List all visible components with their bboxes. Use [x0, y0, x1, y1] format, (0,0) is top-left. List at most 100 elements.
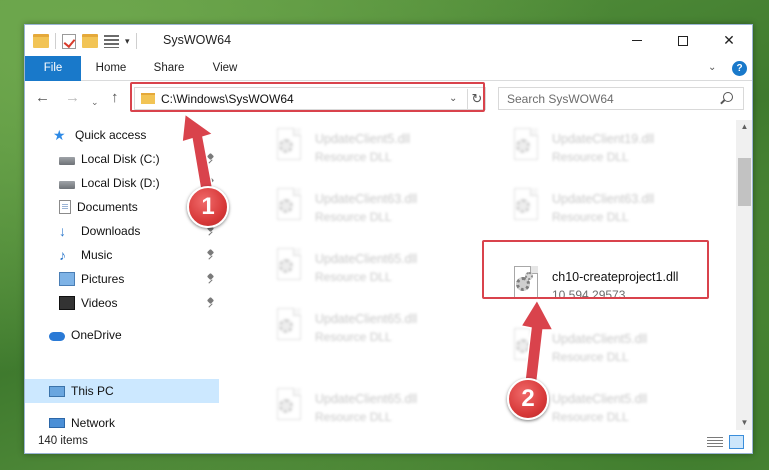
- download-icon: ↓: [59, 223, 66, 239]
- videos-icon: [59, 296, 75, 310]
- dll-file-icon: [273, 186, 305, 226]
- dll-file-icon: [273, 126, 305, 166]
- properties-icon[interactable]: [62, 33, 76, 49]
- file-name: UpdateClient5.dll: [552, 332, 648, 346]
- scroll-up-icon[interactable]: ▲: [736, 120, 752, 134]
- details-view-icon[interactable]: [707, 437, 723, 448]
- file-name: UpdateClient63.dll: [315, 192, 418, 206]
- music-icon: ♪: [59, 247, 66, 263]
- file-tile[interactable]: UpdateClient63.dll Resource DLL: [273, 186, 509, 230]
- sidebar-item-label: Local Disk (D:): [81, 176, 160, 190]
- sidebar-item-label: Videos: [81, 296, 118, 310]
- sidebar-item-local-disk-d[interactable]: Local Disk (D:): [59, 172, 160, 194]
- sidebar-item-quick-access[interactable]: ★ Quick access: [53, 124, 146, 146]
- dll-file-icon: [273, 306, 305, 346]
- folder-icon: [33, 34, 49, 48]
- sidebar-item-this-pc[interactable]: This PC: [49, 380, 114, 402]
- up-button[interactable]: ↑: [111, 90, 119, 106]
- dll-file-icon: [510, 326, 542, 366]
- customize-toolbar-dropdown[interactable]: ▾: [125, 36, 130, 47]
- sidebar-item-label: Pictures: [81, 272, 125, 286]
- documents-icon: [59, 200, 71, 214]
- ribbon-tabs: File Home Share View ⌄ ?: [25, 56, 752, 81]
- sidebar-item-label: Downloads: [81, 224, 141, 238]
- minimize-icon: [632, 40, 642, 41]
- file-description: Resource DLL: [315, 410, 392, 424]
- expand-ribbon-chevron-icon[interactable]: ⌄: [708, 62, 716, 73]
- search-icon[interactable]: [723, 92, 733, 102]
- file-tile[interactable]: UpdateClient65.dll Resource DLL: [273, 386, 509, 430]
- scrollbar-thumb[interactable]: [738, 158, 751, 206]
- sidebar-item-label: This PC: [71, 384, 114, 398]
- disk-icon: [59, 156, 75, 165]
- close-icon: ✕: [723, 32, 735, 48]
- dll-file-icon: [273, 246, 305, 286]
- pc-icon: [49, 385, 65, 397]
- file-description: Resource DLL: [315, 150, 392, 164]
- sidebar-item-label: Quick access: [75, 128, 147, 142]
- address-bar-highlight: [130, 82, 485, 112]
- search-box[interactable]: Search SysWOW64: [498, 87, 744, 110]
- help-icon[interactable]: ?: [732, 61, 747, 76]
- file-tile[interactable]: UpdateClient5.dll Resource DLL: [273, 126, 509, 170]
- customize-icon[interactable]: [104, 34, 119, 48]
- item-count: 140 items: [38, 435, 88, 447]
- file-name: UpdateClient19.dll: [552, 132, 655, 146]
- step-2-badge: 2: [507, 378, 549, 420]
- sidebar-item-onedrive[interactable]: OneDrive: [49, 324, 122, 346]
- status-bar: 140 items: [25, 430, 752, 453]
- search-input[interactable]: Search SysWOW64: [507, 92, 614, 106]
- maximize-icon: [678, 35, 688, 46]
- file-description: Resource DLL: [315, 210, 392, 224]
- file-tile[interactable]: UpdateClient65.dll Resource DLL: [273, 306, 509, 350]
- onedrive-icon: [49, 331, 65, 341]
- network-icon: [49, 418, 65, 428]
- sidebar-item-music[interactable]: ♪ Music: [59, 244, 112, 266]
- large-icons-view-icon[interactable]: [729, 435, 744, 449]
- minimize-button[interactable]: [614, 25, 660, 56]
- dll-file-icon: [510, 186, 542, 226]
- pictures-icon: [59, 272, 75, 286]
- tab-file[interactable]: File: [25, 56, 81, 81]
- file-name: UpdateClient65.dll: [315, 252, 418, 266]
- recent-locations-dropdown[interactable]: ⌄: [91, 94, 99, 110]
- quick-access-toolbar: ▾: [33, 32, 137, 50]
- tab-home[interactable]: Home: [87, 56, 135, 81]
- file-tile[interactable]: UpdateClient65.dll Resource DLL: [273, 246, 509, 290]
- sidebar-item-label: Local Disk (C:): [81, 152, 160, 166]
- back-button[interactable]: ←: [35, 90, 50, 106]
- sidebar-item-videos[interactable]: Videos: [59, 292, 117, 314]
- scroll-down-icon[interactable]: ▼: [736, 416, 752, 430]
- dll-file-icon: [273, 386, 305, 426]
- disk-icon: [59, 180, 75, 189]
- sidebar-item-label: Network: [71, 416, 116, 430]
- file-tile[interactable]: UpdateClient5.dll Resource DLL: [510, 326, 746, 370]
- file-description: Resource DLL: [552, 410, 629, 424]
- window-title: SysWOW64: [163, 33, 232, 47]
- file-name: UpdateClient5.dll: [552, 392, 648, 406]
- tab-view[interactable]: View: [203, 56, 247, 81]
- close-button[interactable]: ✕: [706, 25, 752, 56]
- file-name: UpdateClient5.dll: [315, 132, 411, 146]
- new-folder-icon[interactable]: [82, 34, 98, 48]
- file-name: UpdateClient63.dll: [552, 192, 655, 206]
- file-highlight: [482, 240, 709, 299]
- tab-share[interactable]: Share: [145, 56, 193, 81]
- toolbar-divider: [55, 33, 56, 49]
- forward-button[interactable]: →: [65, 90, 80, 106]
- vertical-scrollbar[interactable]: ▲ ▼: [736, 120, 752, 430]
- toolbar-divider: [135, 33, 137, 49]
- maximize-button[interactable]: [660, 25, 706, 56]
- file-description: Resource DLL: [315, 270, 392, 284]
- file-name: UpdateClient65.dll: [315, 312, 418, 326]
- sidebar-item-downloads[interactable]: ↓ Downloads: [59, 220, 140, 242]
- file-tile[interactable]: UpdateClient63.dll Resource DLL: [510, 186, 746, 230]
- file-description: Resource DLL: [552, 210, 629, 224]
- sidebar-item-label: Music: [81, 248, 113, 262]
- sidebar-item-label: Documents: [77, 200, 138, 214]
- file-tile[interactable]: UpdateClient19.dll Resource DLL: [510, 126, 746, 170]
- sidebar-item-documents[interactable]: Documents: [59, 196, 138, 218]
- file-description: Resource DLL: [315, 330, 392, 344]
- file-name: UpdateClient65.dll: [315, 392, 418, 406]
- sidebar-item-pictures[interactable]: Pictures: [59, 268, 124, 290]
